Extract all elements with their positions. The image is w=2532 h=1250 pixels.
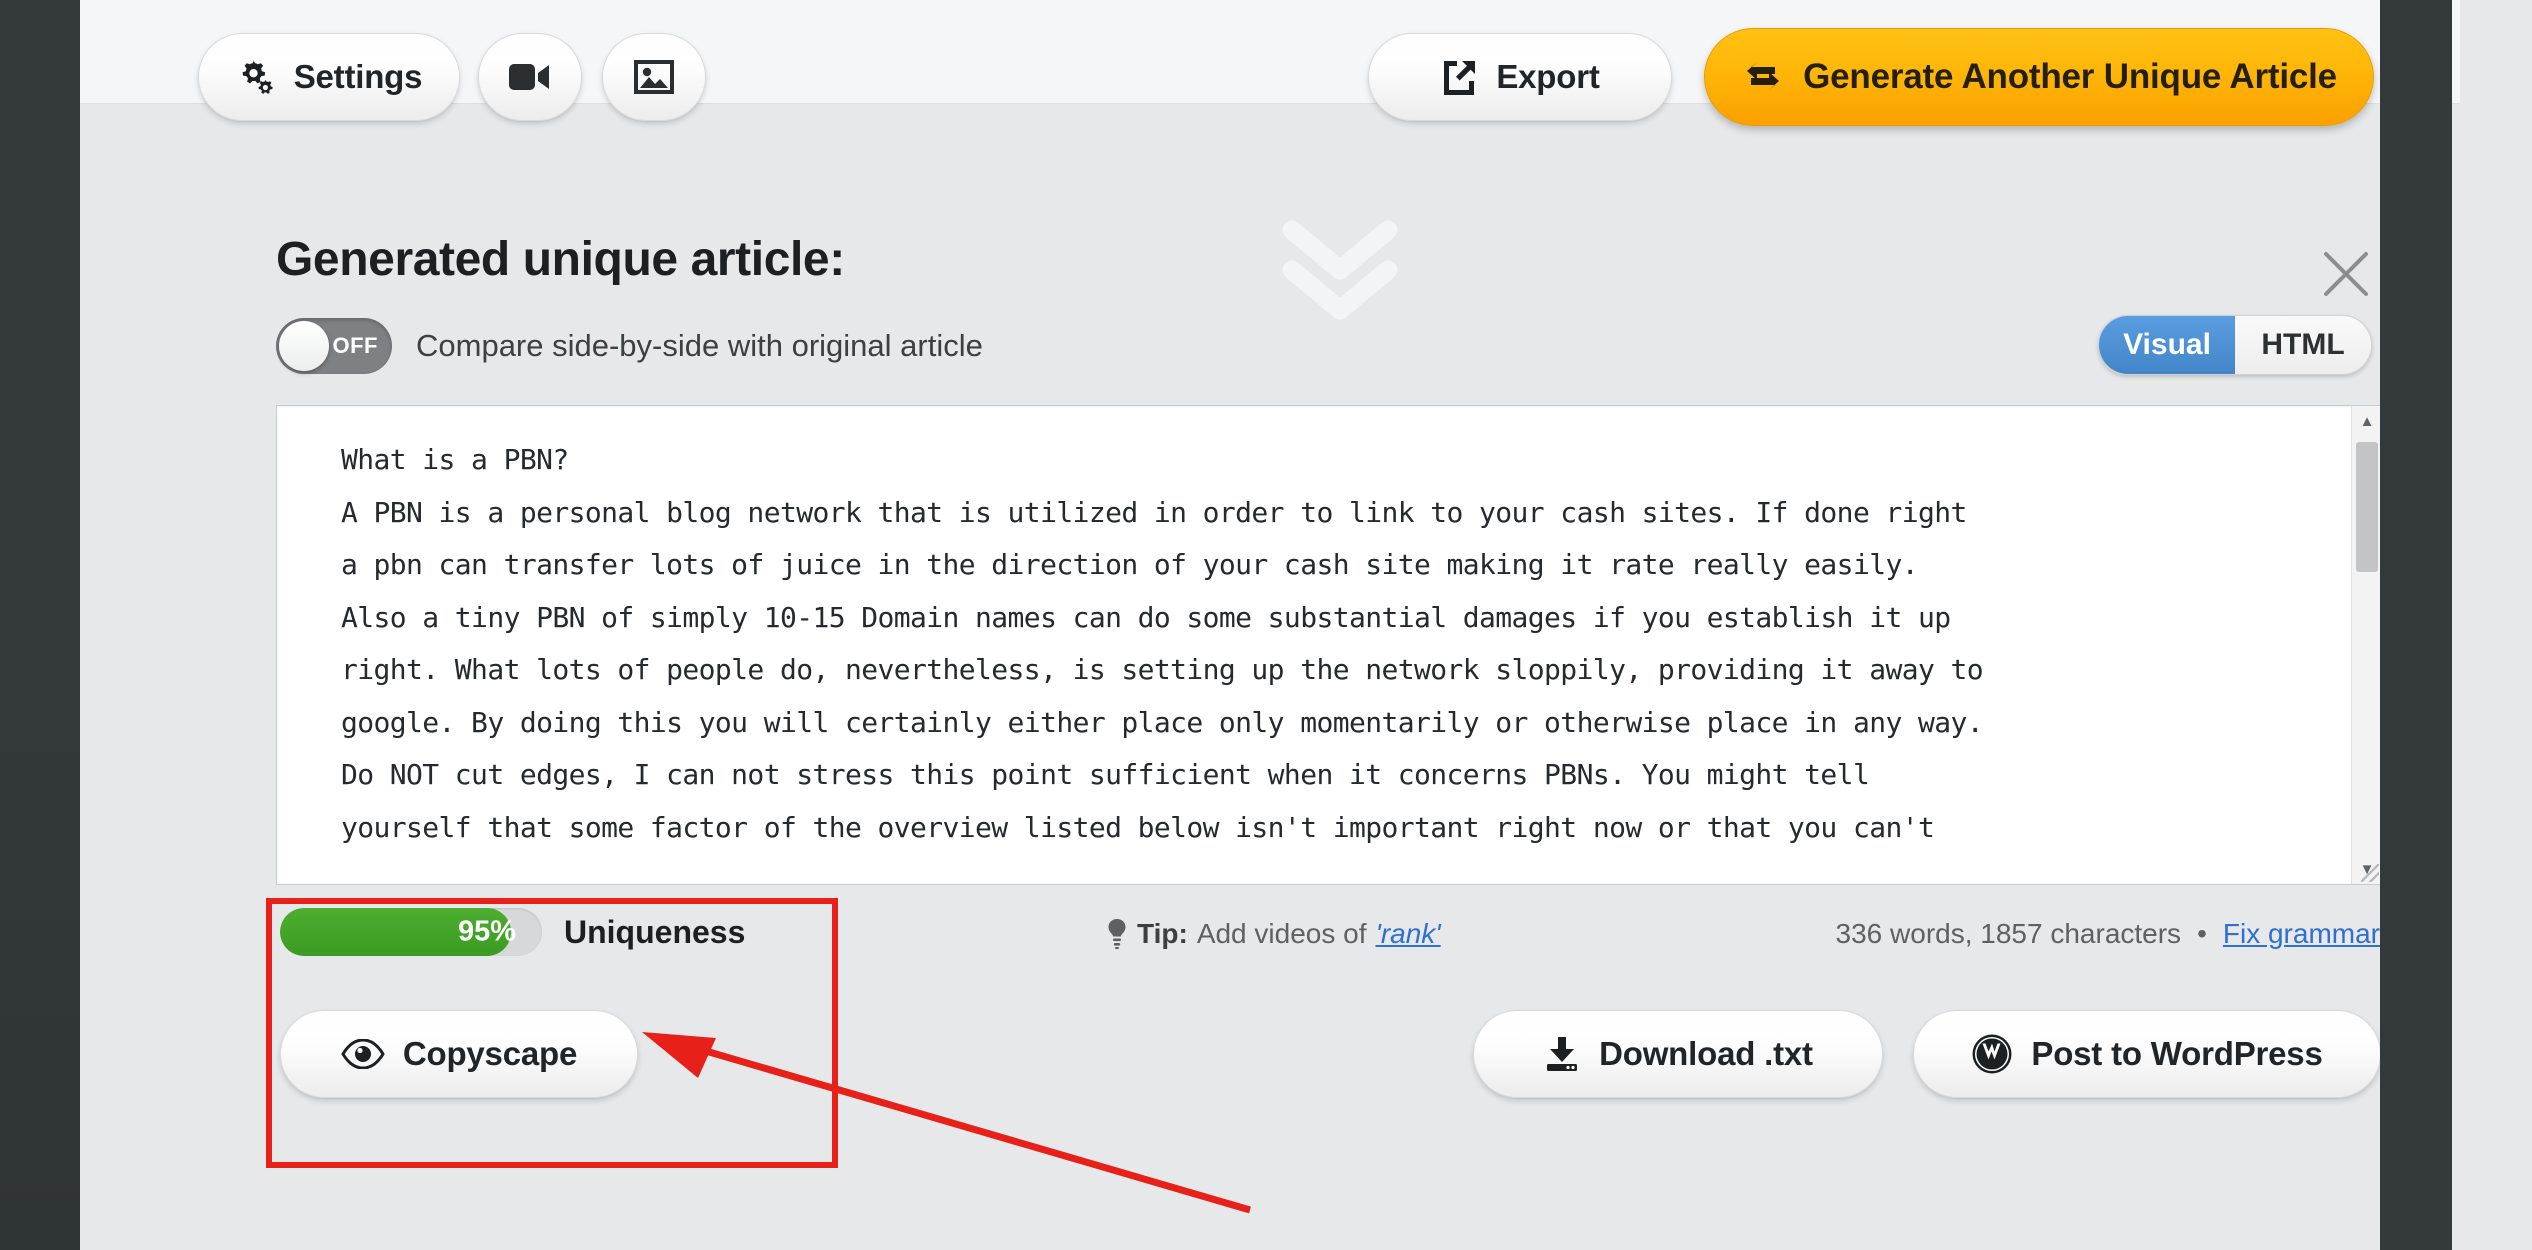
- settings-button-label: Settings: [293, 58, 423, 95]
- wordpress-icon: [1971, 1033, 2013, 1075]
- app-panel: Settings Export Generate Another Unique …: [80, 0, 2532, 1250]
- download-txt-label: Download .txt: [1599, 1035, 1813, 1072]
- add-video-button[interactable]: [478, 33, 582, 121]
- editor-resize-handle[interactable]: [2361, 864, 2379, 882]
- compare-toggle-row: OFF Compare side-by-side with original a…: [276, 318, 983, 374]
- download-txt-button[interactable]: Download .txt: [1473, 1010, 1883, 1098]
- screenshot-root: Settings Export Generate Another Unique …: [0, 0, 2532, 1250]
- generate-article-button[interactable]: Generate Another Unique Article: [1704, 28, 2374, 126]
- eye-icon: [341, 1039, 385, 1069]
- chevron-double-down-icon: [1260, 212, 1420, 322]
- tip-link-rank[interactable]: 'rank': [1375, 918, 1440, 950]
- export-button[interactable]: Export: [1368, 33, 1672, 121]
- tab-html[interactable]: HTML: [2235, 316, 2371, 374]
- compare-side-by-side-toggle[interactable]: OFF: [276, 318, 392, 374]
- export-share-icon: [1440, 58, 1478, 96]
- editor-scrollbar[interactable]: ▲ ▼: [2351, 406, 2381, 884]
- tab-visual[interactable]: Visual: [2099, 316, 2235, 374]
- count-separator: •: [2197, 918, 2207, 949]
- fix-grammar-link[interactable]: Fix grammar: [2223, 918, 2380, 950]
- word-character-count: 336 words, 1857 characters: [1835, 918, 2182, 949]
- page-backdrop-right: [2380, 0, 2452, 1250]
- tip-prefix: Tip:: [1137, 918, 1188, 949]
- post-to-wordpress-button[interactable]: Post to WordPress: [1913, 1010, 2381, 1098]
- tip-text: Tip: Add videos of 'rank': [1106, 918, 1441, 950]
- uniqueness-percent: 95%: [457, 915, 516, 948]
- image-icon: [634, 59, 674, 95]
- settings-button[interactable]: Settings: [198, 33, 460, 121]
- gears-icon: [236, 57, 276, 97]
- video-camera-icon: [509, 60, 551, 94]
- scrollbar-thumb[interactable]: [2356, 442, 2378, 572]
- view-mode-switch: Visual HTML: [2098, 315, 2372, 375]
- article-text[interactable]: What is a PBN? A PBN is a personal blog …: [341, 434, 2335, 854]
- copyscape-button-label: Copyscape: [402, 1035, 578, 1072]
- toggle-knob: [279, 321, 329, 371]
- toggle-state-label: OFF: [332, 333, 378, 358]
- compare-toggle-label: Compare side-by-side with original artic…: [416, 328, 983, 363]
- uniqueness-progress-bar: 95%: [280, 908, 542, 956]
- page-title: Generated unique article:: [276, 233, 845, 286]
- export-button-label: Export: [1496, 58, 1600, 95]
- close-icon[interactable]: [2318, 246, 2374, 302]
- article-editor[interactable]: What is a PBN? A PBN is a personal blog …: [276, 405, 2382, 885]
- copyscape-button[interactable]: Copyscape: [280, 1010, 638, 1098]
- download-icon: [1543, 1035, 1581, 1073]
- uniqueness-indicator: 95% Uniqueness: [280, 908, 745, 956]
- scroll-up-icon[interactable]: ▲: [2352, 406, 2381, 436]
- uniqueness-label: Uniqueness: [564, 913, 746, 950]
- repeat-arrows-icon: [1741, 59, 1785, 95]
- generate-article-label: Generate Another Unique Article: [1803, 57, 2337, 96]
- tip-body: Add videos of: [1196, 918, 1367, 949]
- post-to-wordpress-label: Post to WordPress: [2031, 1035, 2323, 1072]
- lightbulb-icon: [1106, 919, 1128, 949]
- word-count-row: 336 words, 1857 characters • Fix grammar: [1836, 918, 2380, 950]
- add-image-button[interactable]: [602, 33, 706, 121]
- page-backdrop-left: [0, 0, 80, 1250]
